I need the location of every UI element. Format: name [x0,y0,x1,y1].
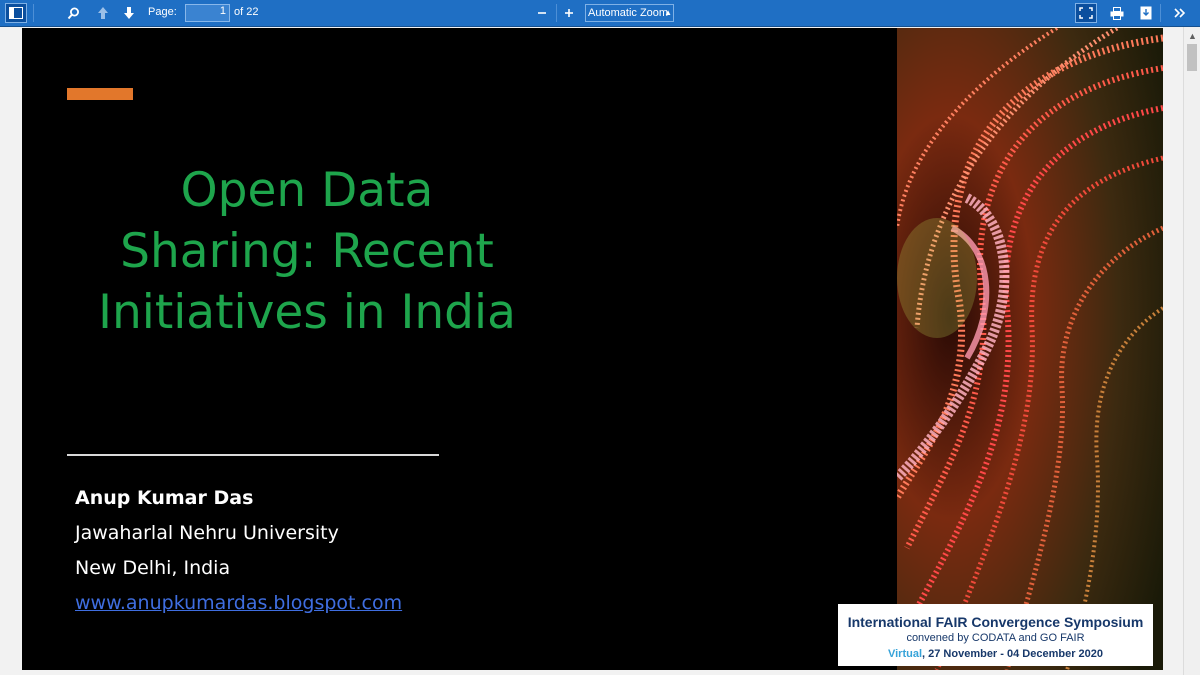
fullscreen-icon[interactable] [1075,3,1097,23]
toolbar-separator [33,4,34,22]
affiliation: Jawaharlal Nehru University [75,522,339,544]
title-line: Sharing: Recent [120,224,494,279]
title-line: Open Data [180,163,434,218]
sidebar-toggle-icon[interactable] [5,3,27,23]
website-link[interactable]: www.anupkumardas.blogspot.com [75,592,402,614]
page-label: Page: [148,6,177,18]
location: New Delhi, India [75,557,231,579]
pdf-toolbar: Page: 1 of 22 Automatic Zoom ▲ [0,0,1200,27]
author-name: Anup Kumar Das [75,487,254,509]
arrow-up-icon[interactable] [92,3,114,23]
logo-subtitle: convened by CODATA and GO FAIR [906,632,1085,644]
logo-virtual: Virtual [887,648,923,660]
slide-title: Open Data Sharing: Recent Initiatives in… [62,160,552,343]
page-total: of 22 [234,6,259,18]
scroll-thumb[interactable] [1187,44,1197,71]
page-number-value: 1 [219,5,226,17]
double-chevron-right-icon[interactable] [1169,3,1191,23]
arrow-down-icon[interactable] [118,3,140,23]
download-icon[interactable] [1135,3,1157,23]
zoom-select[interactable]: Automatic Zoom ▲ [585,4,674,22]
printer-icon[interactable] [1106,3,1128,23]
page-number-input[interactable]: 1 [185,4,230,22]
plus-icon[interactable] [558,3,580,23]
logo-dates: Virtual, 27 November - 04 December 2020 [838,648,1153,660]
slide-page: Open Data Sharing: Recent Initiatives in… [22,28,1163,670]
accent-bar [67,88,133,100]
toolbar-separator [1160,4,1161,22]
light-trails-image [897,28,1163,670]
minus-icon[interactable] [531,3,553,23]
symposium-logo: International FAIR Convergence Symposium… [838,604,1153,666]
vertical-scrollbar[interactable]: ▲ [1183,27,1200,675]
logo-title: International FAIR Convergence Symposium [847,614,1144,630]
divider-line [67,454,439,456]
search-icon[interactable] [62,3,84,23]
toolbar-separator [556,4,557,22]
logo-date-range: , 27 November - 04 December 2020 [922,648,1104,660]
select-arrows-icon: ▲ [664,8,672,17]
scroll-up-icon[interactable]: ▲ [1188,31,1197,41]
title-line: Initiatives in India [98,285,516,340]
zoom-value: Automatic Zoom [588,7,669,19]
